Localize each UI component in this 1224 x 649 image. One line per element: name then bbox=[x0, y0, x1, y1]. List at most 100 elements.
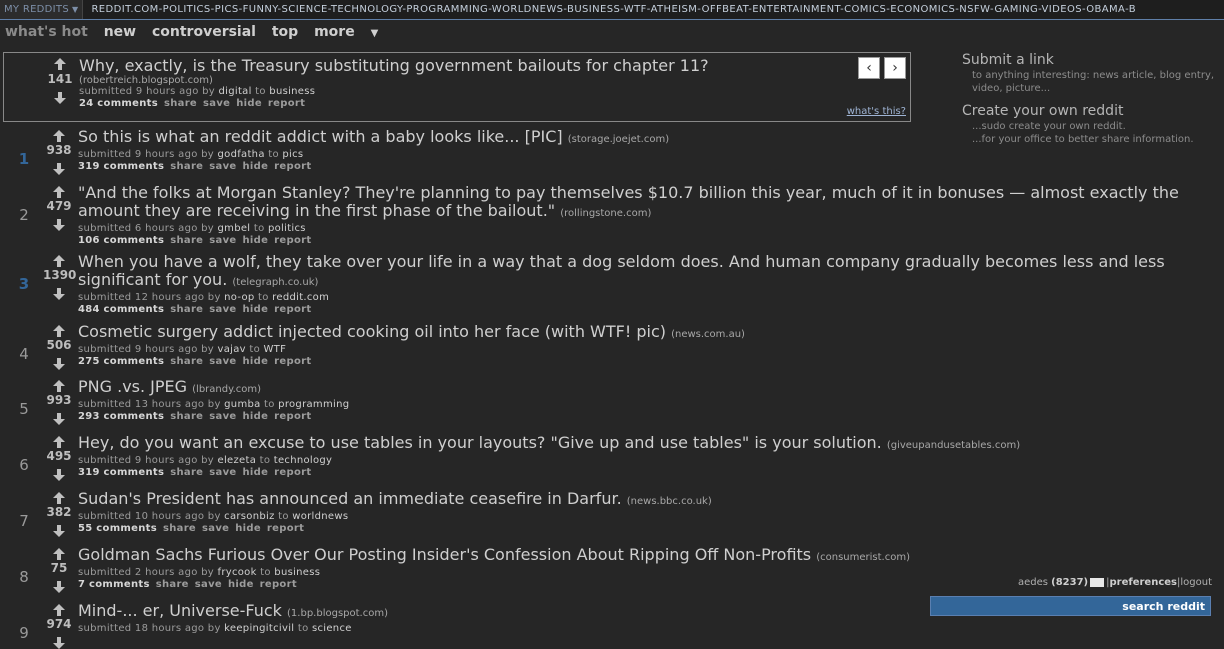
downvote-arrow-icon[interactable] bbox=[53, 525, 65, 537]
subreddit-link[interactable]: politics bbox=[268, 223, 306, 234]
hide-button[interactable]: hide bbox=[242, 304, 268, 315]
downvote-arrow-icon[interactable] bbox=[53, 581, 65, 593]
author-link[interactable]: gmbel bbox=[218, 223, 251, 234]
downvote-arrow-icon[interactable] bbox=[53, 163, 65, 175]
comments-link[interactable]: 106 comments bbox=[78, 235, 164, 246]
upvote-arrow-icon[interactable] bbox=[53, 436, 65, 448]
comments-link[interactable]: 24 comments bbox=[79, 98, 158, 109]
save-button[interactable]: save bbox=[209, 235, 236, 246]
report-button[interactable]: report bbox=[274, 467, 311, 478]
link-title[interactable]: So this is what an reddit addict with a … bbox=[78, 127, 563, 146]
share-button[interactable]: share bbox=[170, 356, 203, 367]
save-button[interactable]: save bbox=[209, 467, 236, 478]
downvote-arrow-icon[interactable] bbox=[53, 288, 65, 300]
subreddit-link[interactable]: science bbox=[312, 623, 352, 634]
author-link[interactable]: carsonbiz bbox=[224, 511, 274, 522]
save-button[interactable]: save bbox=[203, 98, 230, 109]
author-link[interactable]: keepingitcivil bbox=[224, 623, 294, 634]
link-domain[interactable]: (storage.joejet.com) bbox=[568, 134, 669, 145]
username-link[interactable]: aedes bbox=[1018, 577, 1048, 588]
upvote-arrow-icon[interactable] bbox=[53, 255, 65, 267]
hide-button[interactable]: hide bbox=[242, 467, 268, 478]
author-link[interactable]: digital bbox=[219, 86, 252, 97]
subreddit-link[interactable]: business bbox=[269, 86, 315, 97]
downvote-arrow-icon[interactable] bbox=[53, 219, 65, 231]
hide-button[interactable]: hide bbox=[228, 579, 254, 590]
report-button[interactable]: report bbox=[268, 98, 305, 109]
report-button[interactable]: report bbox=[274, 411, 311, 422]
preferences-link[interactable]: preferences bbox=[1110, 577, 1178, 588]
share-button[interactable]: share bbox=[164, 98, 197, 109]
link-domain[interactable]: (robertreich.blogspot.com) bbox=[79, 75, 839, 86]
link-title[interactable]: Cosmetic surgery addict injected cooking… bbox=[78, 322, 666, 341]
link-domain[interactable]: (telegraph.co.uk) bbox=[232, 277, 318, 288]
upvote-arrow-icon[interactable] bbox=[53, 186, 65, 198]
tab-top[interactable]: top bbox=[272, 24, 298, 40]
upvote-arrow-icon[interactable] bbox=[53, 604, 65, 616]
link-domain[interactable]: (giveupandusetables.com) bbox=[887, 440, 1020, 451]
link-title[interactable]: Sudan's President has announced an immed… bbox=[78, 489, 622, 508]
share-button[interactable]: share bbox=[170, 161, 203, 172]
downvote-arrow-icon[interactable] bbox=[53, 637, 65, 649]
link-title[interactable]: PNG .vs. JPEG bbox=[78, 377, 187, 396]
subreddit-link[interactable]: technology bbox=[274, 455, 333, 466]
share-button[interactable]: share bbox=[170, 235, 203, 246]
comments-link[interactable]: 484 comments bbox=[78, 304, 164, 315]
comments-link[interactable]: 275 comments bbox=[78, 356, 164, 367]
comments-link[interactable]: 7 comments bbox=[78, 579, 150, 590]
upvote-arrow-icon[interactable] bbox=[54, 58, 66, 70]
my-reddits-dropdown[interactable]: MY REDDITS ▼ bbox=[0, 0, 84, 19]
downvote-arrow-icon[interactable] bbox=[53, 413, 65, 425]
comments-link[interactable]: 319 comments bbox=[78, 161, 164, 172]
upvote-arrow-icon[interactable] bbox=[53, 492, 65, 504]
downvote-arrow-icon[interactable] bbox=[53, 358, 65, 370]
comments-link[interactable]: 55 comments bbox=[78, 523, 157, 534]
link-domain[interactable]: (rollingstone.com) bbox=[560, 208, 651, 219]
subreddit-list[interactable]: REDDIT.COM-POLITICS-PICS-FUNNY-SCIENCE-T… bbox=[91, 4, 1136, 15]
save-button[interactable]: save bbox=[209, 411, 236, 422]
share-button[interactable]: share bbox=[163, 523, 196, 534]
mail-icon[interactable] bbox=[1090, 577, 1105, 587]
upvote-arrow-icon[interactable] bbox=[53, 380, 65, 392]
whats-this-link[interactable]: what's this? bbox=[847, 106, 906, 117]
subreddit-link[interactable]: pics bbox=[282, 149, 303, 160]
share-button[interactable]: share bbox=[156, 579, 189, 590]
report-button[interactable]: report bbox=[260, 579, 297, 590]
hide-button[interactable]: hide bbox=[236, 98, 262, 109]
link-title[interactable]: Hey, do you want an excuse to use tables… bbox=[78, 433, 882, 452]
tab-controversial[interactable]: controversial bbox=[152, 24, 256, 40]
create-reddit-heading[interactable]: Create your own reddit bbox=[962, 103, 1218, 119]
hide-button[interactable]: hide bbox=[242, 161, 268, 172]
link-domain[interactable]: (news.bbc.co.uk) bbox=[627, 496, 712, 507]
submit-link-heading[interactable]: Submit a link bbox=[962, 52, 1218, 68]
report-button[interactable]: report bbox=[274, 304, 311, 315]
tab-more[interactable]: more ▼ bbox=[314, 24, 389, 40]
save-button[interactable]: save bbox=[209, 356, 236, 367]
comments-link[interactable]: 319 comments bbox=[78, 467, 164, 478]
hide-button[interactable]: hide bbox=[242, 235, 268, 246]
upvote-arrow-icon[interactable] bbox=[53, 548, 65, 560]
share-button[interactable]: share bbox=[170, 467, 203, 478]
save-button[interactable]: save bbox=[209, 304, 236, 315]
subreddit-link[interactable]: worldnews bbox=[292, 511, 348, 522]
save-button[interactable]: save bbox=[209, 161, 236, 172]
share-button[interactable]: share bbox=[170, 411, 203, 422]
search-box[interactable]: search reddit bbox=[930, 596, 1211, 616]
author-link[interactable]: godfatha bbox=[218, 149, 265, 160]
author-link[interactable]: gumba bbox=[224, 399, 260, 410]
link-domain[interactable]: (1.bp.blogspot.com) bbox=[287, 608, 388, 619]
hide-button[interactable]: hide bbox=[235, 523, 261, 534]
share-button[interactable]: share bbox=[170, 304, 203, 315]
report-button[interactable]: report bbox=[274, 235, 311, 246]
comments-link[interactable]: 293 comments bbox=[78, 411, 164, 422]
tab-new[interactable]: new bbox=[104, 24, 136, 40]
upvote-arrow-icon[interactable] bbox=[53, 130, 65, 142]
hide-button[interactable]: hide bbox=[242, 356, 268, 367]
tab-whats-hot[interactable]: what's hot bbox=[5, 24, 88, 40]
subreddit-link[interactable]: programming bbox=[278, 399, 349, 410]
save-button[interactable]: save bbox=[195, 579, 222, 590]
link-title[interactable]: Mind-... er, Universe-Fuck bbox=[78, 601, 282, 620]
upvote-arrow-icon[interactable] bbox=[53, 325, 65, 337]
link-domain[interactable]: (news.com.au) bbox=[671, 329, 745, 340]
link-domain[interactable]: (lbrandy.com) bbox=[192, 384, 261, 395]
